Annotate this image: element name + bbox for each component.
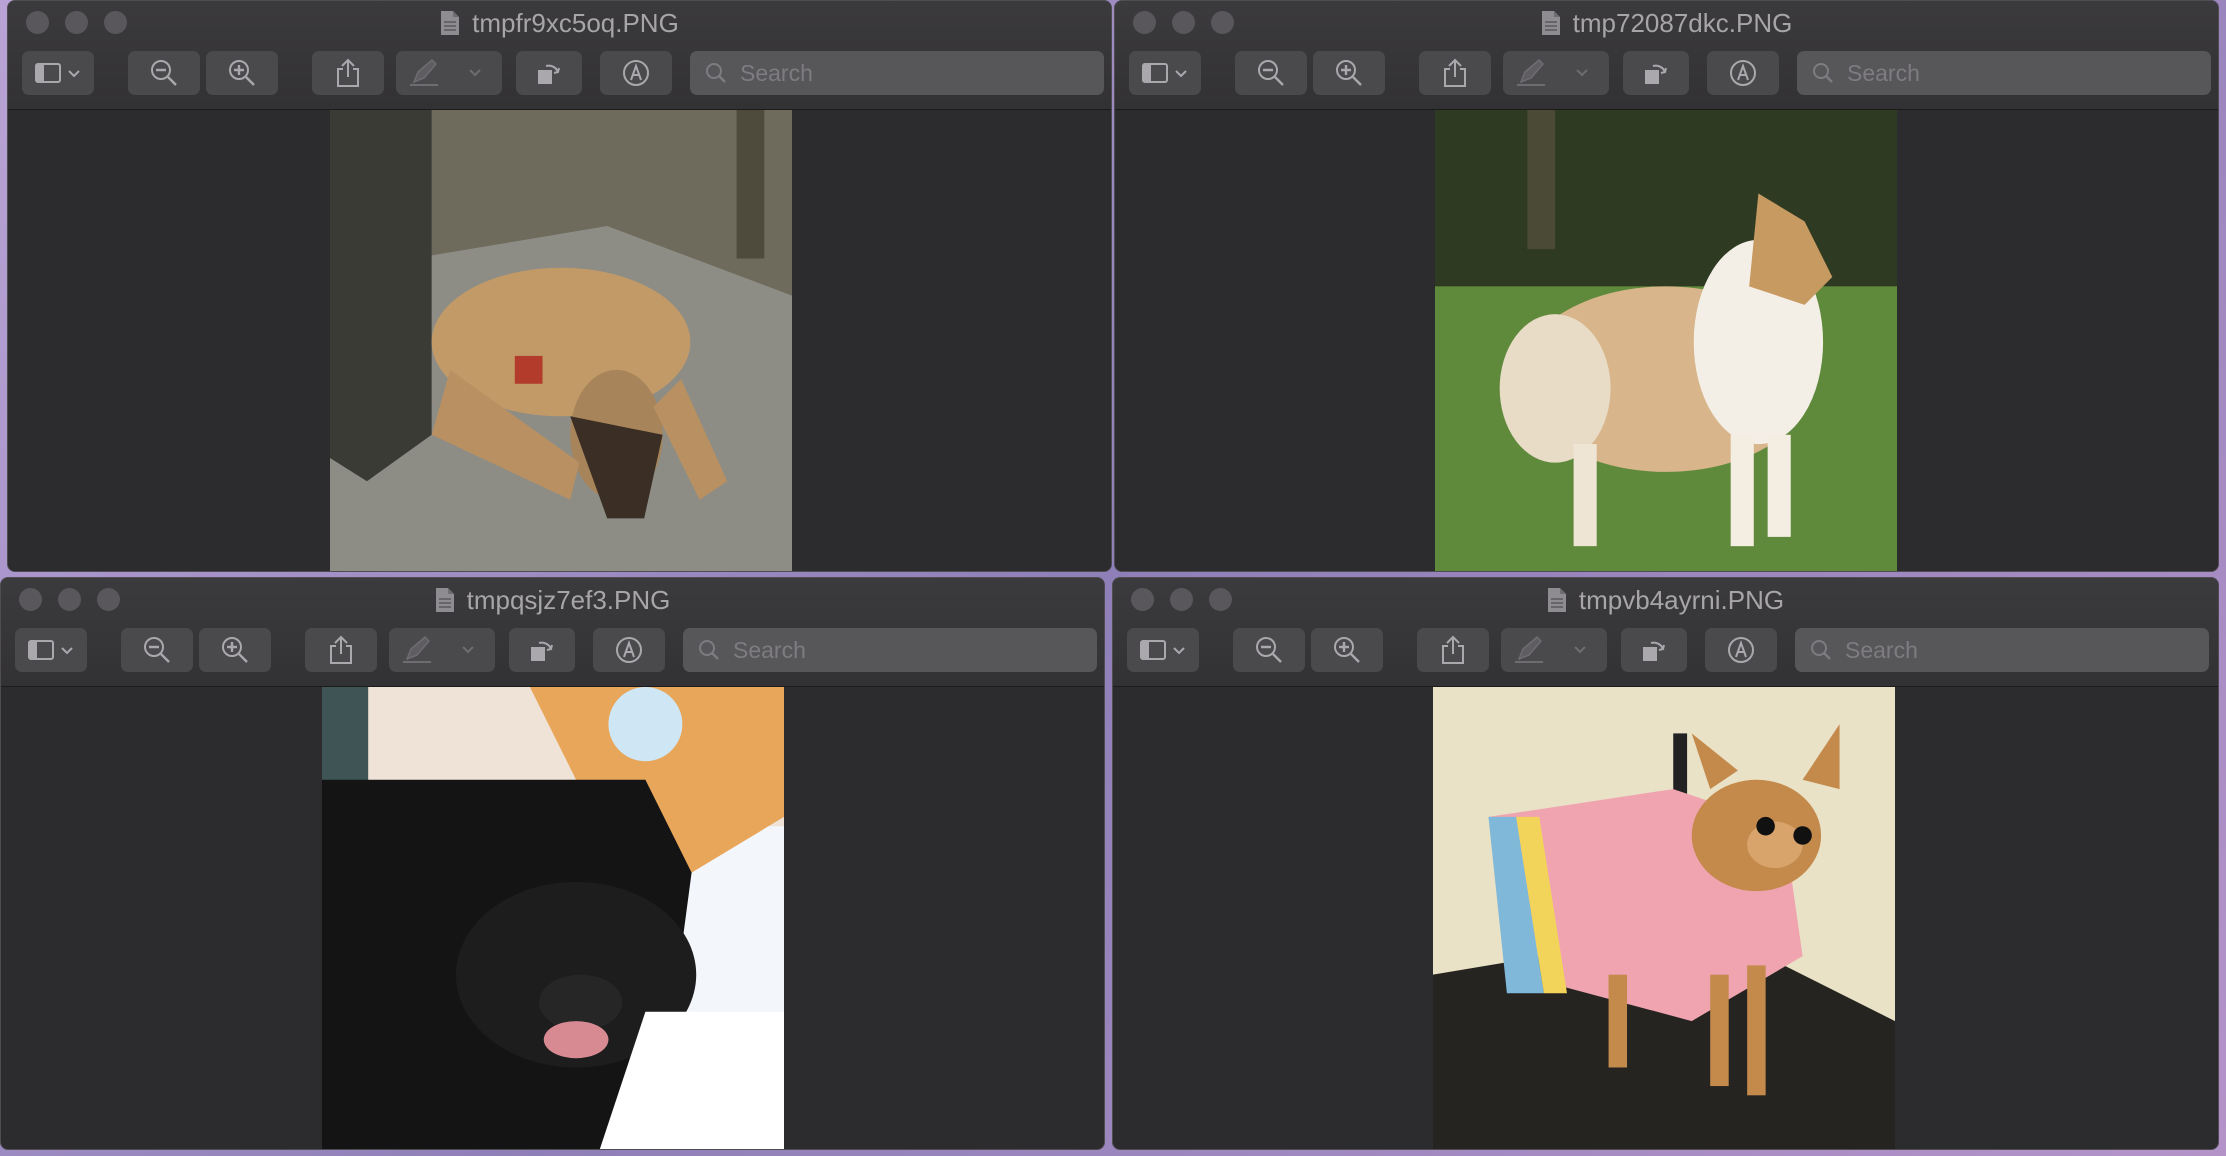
markup-pen-icon xyxy=(1517,58,1588,86)
markup-pen-icon xyxy=(403,635,474,663)
window-title: tmpqsjz7ef3.PNG xyxy=(1,582,1104,618)
annotate-icon xyxy=(616,637,642,663)
annotate-button[interactable] xyxy=(593,628,665,672)
search-input[interactable] xyxy=(1843,635,2187,665)
sidebar-icon xyxy=(35,63,80,83)
title-bar[interactable]: tmpfr9xc5oq.PNG xyxy=(8,1,1111,110)
share-icon xyxy=(330,635,352,664)
zoom-in-icon xyxy=(229,60,255,86)
rotate-button[interactable] xyxy=(1623,51,1689,95)
document-view xyxy=(1113,687,2218,1149)
rotate-button[interactable] xyxy=(509,628,575,672)
search-icon xyxy=(1811,640,1831,660)
preview-window-4: tmpvb4ayrni.PNG xyxy=(1112,577,2219,1150)
share-button[interactable] xyxy=(1417,628,1489,672)
document-icon xyxy=(441,11,460,35)
black-dog-in-snow-image xyxy=(322,687,784,1149)
zoom-in-button[interactable] xyxy=(199,628,271,672)
search-input[interactable] xyxy=(738,58,1082,88)
sidebar-icon xyxy=(28,640,73,660)
annotate-button[interactable] xyxy=(1705,628,1777,672)
share-icon xyxy=(1444,58,1466,87)
zoom-out-icon xyxy=(1258,60,1284,86)
search-input[interactable] xyxy=(731,635,1075,665)
zoom-out-button[interactable] xyxy=(121,628,193,672)
dog-lying-on-pavement-image xyxy=(330,110,792,571)
zoom-out-button[interactable] xyxy=(1235,51,1307,95)
window-title-text: tmpqsjz7ef3.PNG xyxy=(466,584,671,615)
rotate-button[interactable] xyxy=(516,51,582,95)
sidebar-button[interactable] xyxy=(22,51,94,95)
markup-button[interactable] xyxy=(1501,628,1607,672)
search-icon xyxy=(706,63,726,83)
share-button[interactable] xyxy=(1419,51,1491,95)
preview-window-3: tmpqsjz7ef3.PNG xyxy=(0,577,1105,1150)
zoom-in-button[interactable] xyxy=(206,51,278,95)
search-field[interactable] xyxy=(683,628,1097,672)
zoom-out-button[interactable] xyxy=(128,51,200,95)
markup-button[interactable] xyxy=(389,628,495,672)
zoom-out-icon xyxy=(151,60,177,86)
document-view xyxy=(8,110,1111,571)
search-icon xyxy=(699,640,719,660)
rotate-icon xyxy=(531,641,553,661)
zoom-in-button[interactable] xyxy=(1313,51,1385,95)
sidebar-icon xyxy=(1142,63,1187,83)
document-icon xyxy=(435,588,454,612)
sidebar-button[interactable] xyxy=(15,628,87,672)
markup-button[interactable] xyxy=(1503,51,1609,95)
markup-pen-icon xyxy=(1515,635,1586,663)
document-view xyxy=(1,687,1104,1149)
share-icon xyxy=(1442,635,1464,664)
search-field[interactable] xyxy=(1797,51,2211,95)
chihuahua-in-dress-image xyxy=(1433,687,1895,1149)
share-button[interactable] xyxy=(305,628,377,672)
markup-button[interactable] xyxy=(396,51,502,95)
rotate-icon xyxy=(1643,641,1665,661)
zoom-out-icon xyxy=(144,637,170,663)
rotate-button[interactable] xyxy=(1621,628,1687,672)
search-field[interactable] xyxy=(690,51,1104,95)
preview-window-2: tmp72087dkc.PNG xyxy=(1114,0,2219,572)
search-icon xyxy=(1813,63,1833,83)
window-title-text: tmp72087dkc.PNG xyxy=(1572,7,1793,38)
share-button[interactable] xyxy=(312,51,384,95)
search-field[interactable] xyxy=(1795,628,2209,672)
window-title: tmp72087dkc.PNG xyxy=(1115,5,2218,41)
window-title: tmpvb4ayrni.PNG xyxy=(1113,582,2218,618)
annotate-button[interactable] xyxy=(1707,51,1779,95)
annotate-icon xyxy=(1728,637,1754,663)
zoom-in-icon xyxy=(1334,637,1360,663)
sidebar-button[interactable] xyxy=(1129,51,1201,95)
sidebar-icon xyxy=(1140,640,1185,660)
window-title-text: tmpvb4ayrni.PNG xyxy=(1578,584,1785,615)
zoom-in-button[interactable] xyxy=(1311,628,1383,672)
document-icon xyxy=(1547,588,1566,612)
search-input[interactable] xyxy=(1845,58,2189,88)
markup-pen-icon xyxy=(410,58,481,86)
zoom-in-icon xyxy=(1336,60,1362,86)
window-title-text: tmpfr9xc5oq.PNG xyxy=(472,7,679,38)
document-icon xyxy=(1541,11,1560,35)
rotate-icon xyxy=(1645,64,1667,84)
rotate-icon xyxy=(538,64,560,84)
zoom-in-icon xyxy=(222,637,248,663)
zoom-out-button[interactable] xyxy=(1233,628,1305,672)
annotate-icon xyxy=(623,60,649,86)
sidebar-button[interactable] xyxy=(1127,628,1199,672)
title-bar[interactable]: tmpqsjz7ef3.PNG xyxy=(1,578,1104,687)
title-bar[interactable]: tmp72087dkc.PNG xyxy=(1115,1,2218,110)
annotate-button[interactable] xyxy=(600,51,672,95)
preview-window-1: tmpfr9xc5oq.PNG xyxy=(7,0,1112,572)
window-title: tmpfr9xc5oq.PNG xyxy=(8,5,1111,41)
zoom-out-icon xyxy=(1256,637,1282,663)
title-bar[interactable]: tmpvb4ayrni.PNG xyxy=(1113,578,2218,687)
document-view xyxy=(1115,110,2218,571)
share-icon xyxy=(337,58,359,87)
collie-standing-on-grass-image xyxy=(1435,110,1897,571)
annotate-icon xyxy=(1730,60,1756,86)
